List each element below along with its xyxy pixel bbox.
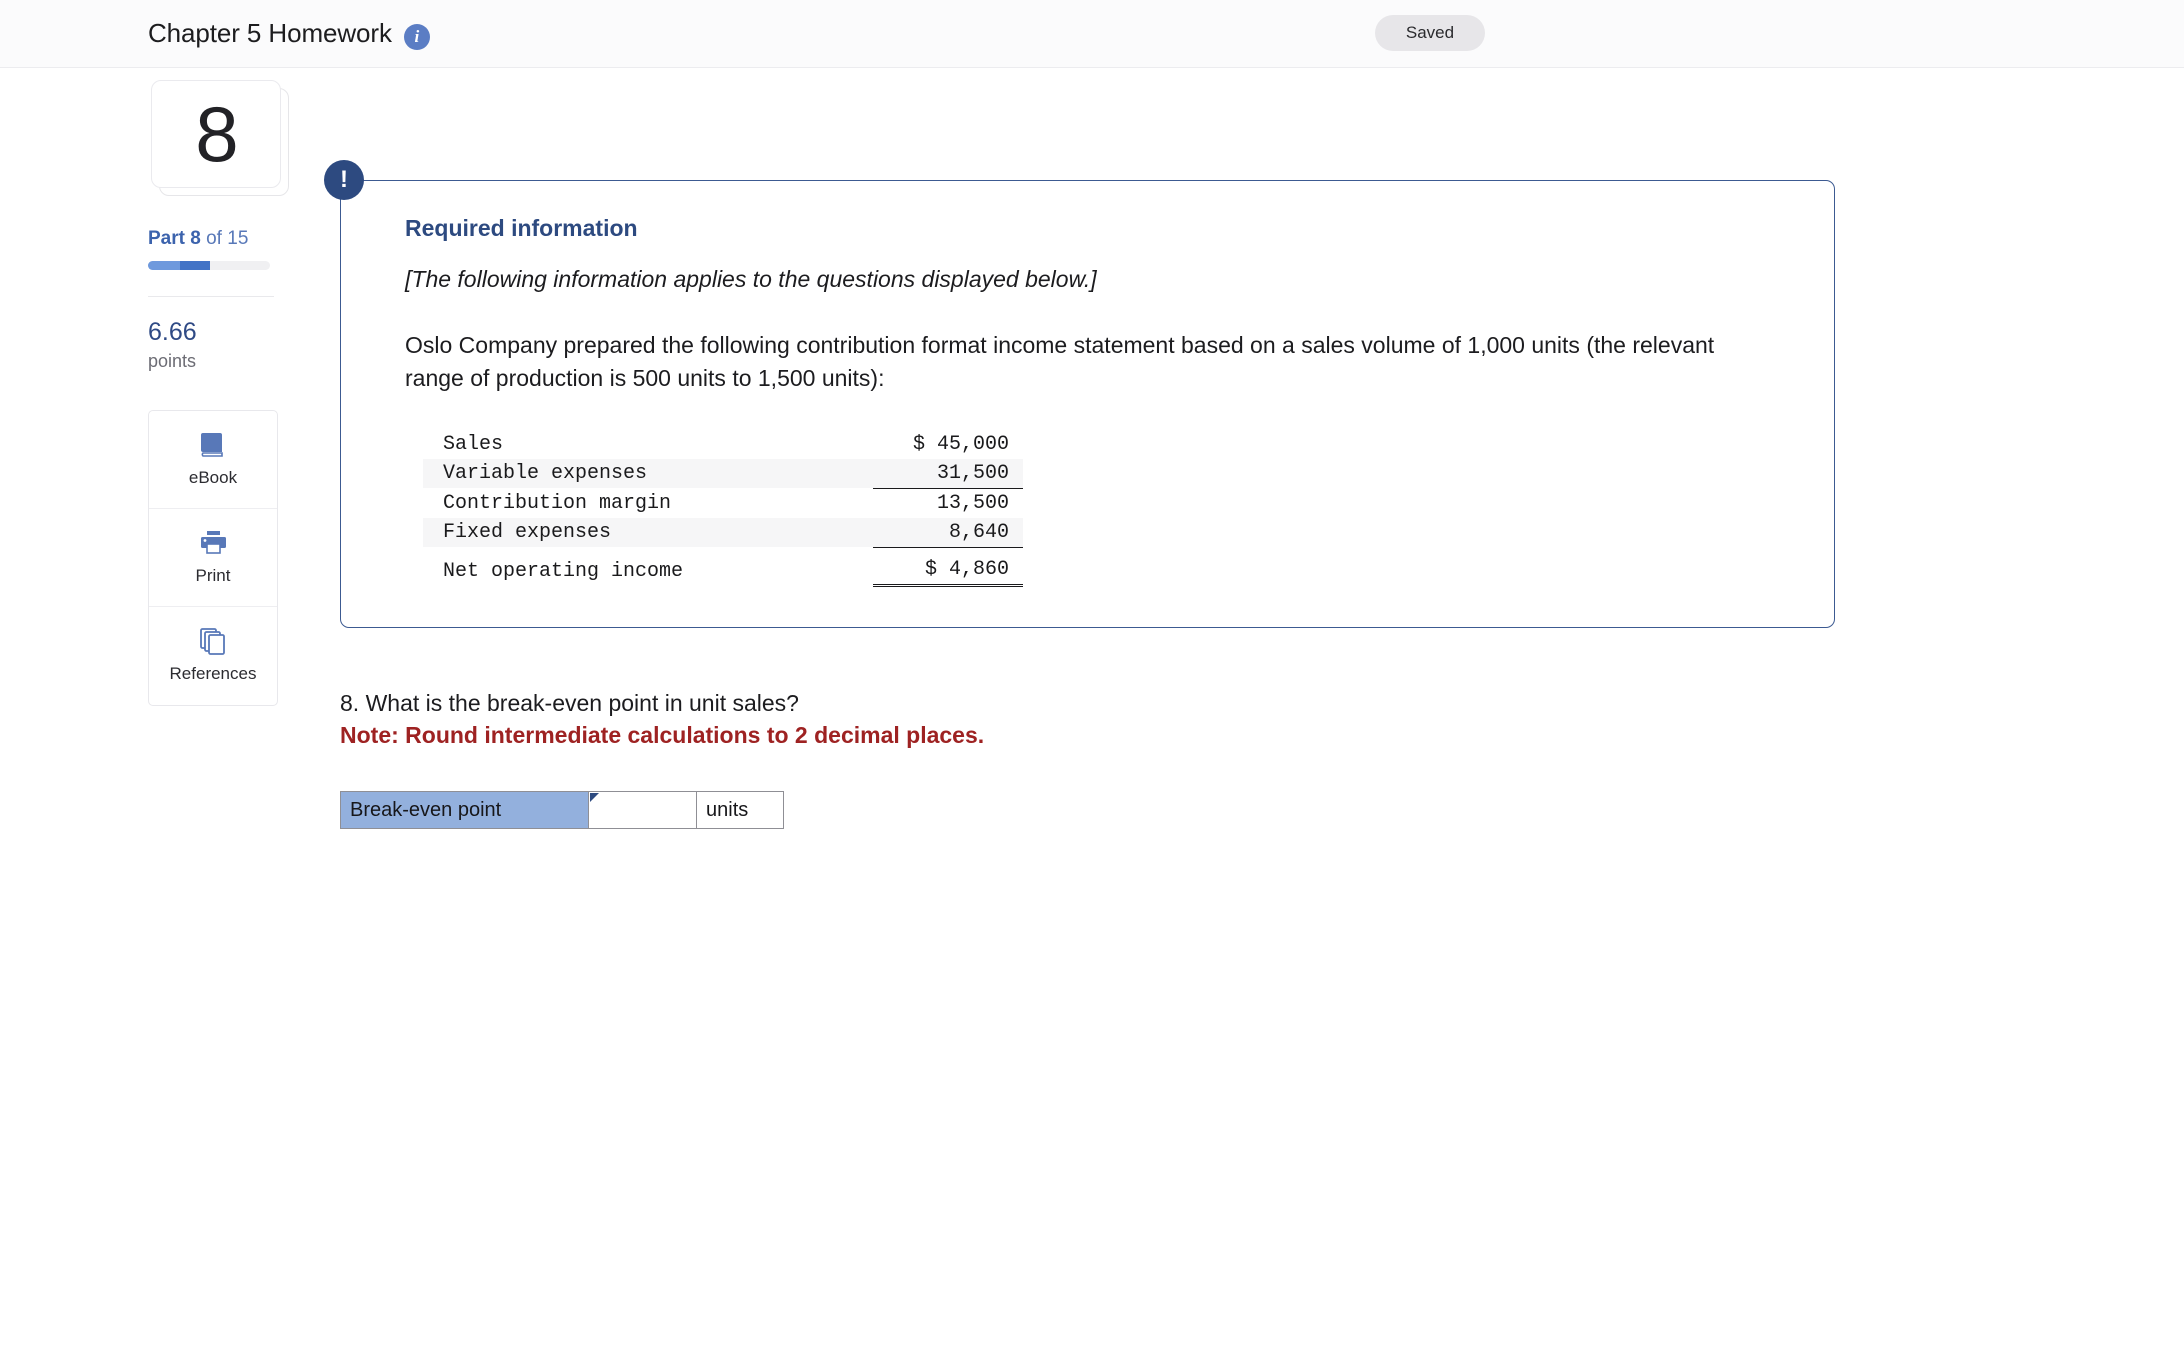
part-of: of (206, 228, 222, 249)
ebook-label: eBook (188, 467, 238, 487)
part-progress-bar (148, 261, 270, 270)
table-spacer-row (423, 547, 1023, 555)
part-total: 15 (227, 228, 249, 249)
table-row: Sales $ 45,000 (423, 430, 1023, 459)
points-value: 6.66 (148, 318, 197, 346)
table-row: Fixed expenses 8,640 (423, 517, 1024, 548)
progress-segment-light (148, 261, 180, 270)
answer-input-cell[interactable] (589, 792, 697, 829)
question-number-card: 8 (151, 80, 291, 198)
tool-panel: eBook Print References (148, 409, 278, 706)
references-icon (198, 627, 228, 655)
row-amount: $ 4,860 (873, 555, 1024, 588)
required-information-body: Oslo Company prepared the following cont… (405, 332, 1715, 392)
row-amount: 31,500 (873, 458, 1024, 489)
spacer-cell (423, 547, 873, 555)
row-label: Variable expenses (423, 458, 874, 489)
question-note: Note: Round intermediate calculations to… (340, 722, 985, 749)
answer-input[interactable] (589, 792, 696, 829)
part-indicator: Part 8 of 15 (148, 228, 308, 250)
references-button[interactable]: References (149, 607, 277, 705)
row-amount: 8,640 (873, 517, 1024, 548)
table-row: Contribution margin 13,500 (423, 488, 1023, 518)
print-label: Print (195, 565, 231, 585)
table-row: Net operating income $ 4,860 (423, 555, 1024, 588)
print-icon (197, 529, 229, 557)
row-label: Contribution margin (443, 491, 672, 515)
points-label: points (148, 350, 197, 371)
part-prefix: Part (148, 228, 185, 249)
row-amount: 13,500 (937, 491, 1010, 515)
income-statement-body: Sales $ 45,000 Variable expenses 31,500 … (423, 430, 1024, 588)
required-information-note: [The following information applies to th… (405, 266, 1097, 292)
answer-units: units (697, 792, 783, 829)
spacer-cell (873, 547, 1023, 555)
question-rail: 8 Part 8 of 15 6.66 points eBook Print R… (148, 68, 308, 706)
references-label: References (169, 664, 257, 683)
page-body: 8 Part 8 of 15 6.66 points eBook Print R… (0, 68, 2184, 830)
progress-segment-dark (180, 261, 210, 270)
row-label: Fixed expenses (423, 517, 874, 548)
rail-divider (148, 296, 274, 297)
main-content: ! Required information [The following in… (324, 68, 2184, 830)
required-information-callout: ! Required information [The following in… (324, 160, 1835, 629)
question-text: 8. What is the break-even point in unit … (340, 690, 799, 717)
callout-box: Required information [The following info… (340, 180, 1835, 629)
table-row: Variable expenses 31,500 (423, 458, 1024, 489)
answer-label: Break-even point (341, 792, 589, 829)
part-current: 8 (190, 228, 201, 249)
top-header-bar: Chapter 5 Homework i Saved (0, 0, 2184, 68)
status-badge: Saved (1375, 15, 1485, 51)
print-button[interactable]: Print (149, 509, 277, 607)
answer-row: Break-even point units (340, 791, 784, 830)
row-amount: $ 45,000 (913, 432, 1010, 456)
row-label: Sales (443, 432, 504, 456)
page-title-text: Chapter 5 Homework (148, 18, 392, 48)
ebook-button[interactable]: eBook (149, 411, 277, 509)
required-information-title: Required information (405, 215, 638, 241)
page-title: Chapter 5 Homework i (148, 18, 430, 51)
alert-exclamation-icon: ! (324, 160, 364, 200)
ebook-icon (198, 431, 228, 459)
question-number: 8 (151, 80, 281, 188)
info-icon[interactable]: i (403, 24, 430, 51)
row-label: Net operating income (443, 559, 684, 583)
income-statement-table: Sales $ 45,000 Variable expenses 31,500 … (423, 430, 1024, 588)
